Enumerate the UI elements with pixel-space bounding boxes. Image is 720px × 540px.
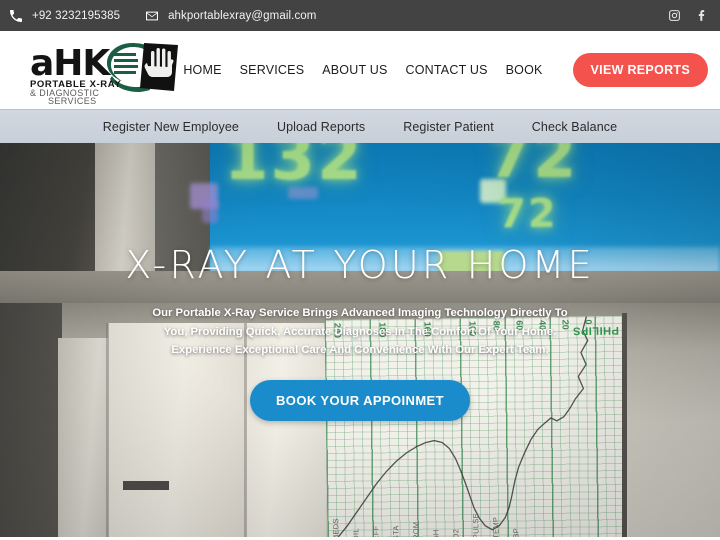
primary-navigation: HOME SERVICES ABOUT US CONTACT US BOOK V… [183, 53, 708, 87]
nav-item-services[interactable]: SERVICES [240, 63, 305, 77]
hero-content: X-RAY AT YOUR HOME Our Portable X-Ray Se… [0, 246, 720, 421]
phone-number: +92 3232195385 [32, 9, 121, 22]
phone-icon [10, 9, 22, 22]
top-utility-bar: +92 3232195385 ahkportablexray@gmail.com [0, 0, 720, 31]
svg-text:aHK: aHK [30, 43, 111, 84]
logo[interactable]: aHK PORTABLE X-RAY & DIAGNOSTIC SERVICES [14, 35, 182, 105]
ahk-logo-icon: aHK PORTABLE X-RAY & DIAGNOSTIC SERVICES [30, 43, 178, 105]
envelope-icon [146, 11, 159, 20]
email-contact[interactable]: ahkportablexray@gmail.com [144, 8, 316, 24]
secondary-navigation: Register New Employee Upload Reports Reg… [0, 109, 720, 143]
nav-item-home[interactable]: HOME [183, 63, 221, 77]
nav-item-contact-us[interactable]: CONTACT US [406, 63, 488, 77]
subnav-item-register-patient[interactable]: Register Patient [403, 120, 494, 134]
social-links [668, 9, 708, 22]
subnav-item-check-balance[interactable]: Check Balance [532, 120, 617, 134]
hero-title: X-RAY AT YOUR HOME [125, 243, 595, 287]
phone-contact[interactable]: +92 3232195385 [8, 8, 120, 24]
hero-description: Our Portable X-Ray Service Brings Advanc… [152, 307, 568, 357]
subnav-item-register-new-employee[interactable]: Register New Employee [103, 120, 239, 134]
facebook-icon[interactable] [695, 9, 708, 22]
nav-item-book[interactable]: BOOK [506, 63, 543, 77]
instagram-icon[interactable] [668, 9, 681, 22]
email-address: ahkportablexray@gmail.com [168, 9, 317, 22]
subnav-item-upload-reports[interactable]: Upload Reports [277, 120, 365, 134]
view-reports-button[interactable]: VIEW REPORTS [572, 53, 708, 87]
site-header: aHK PORTABLE X-RAY & DIAGNOSTIC SERVICES… [0, 31, 720, 109]
svg-text:SERVICES: SERVICES [48, 96, 97, 105]
nav-item-about-us[interactable]: ABOUT US [322, 63, 387, 77]
book-appointment-button[interactable]: BOOK YOUR APPOINMET [250, 379, 470, 421]
hero-section: 132 72 72 FM30 200 180 160 100 80 60 4 [0, 143, 720, 537]
